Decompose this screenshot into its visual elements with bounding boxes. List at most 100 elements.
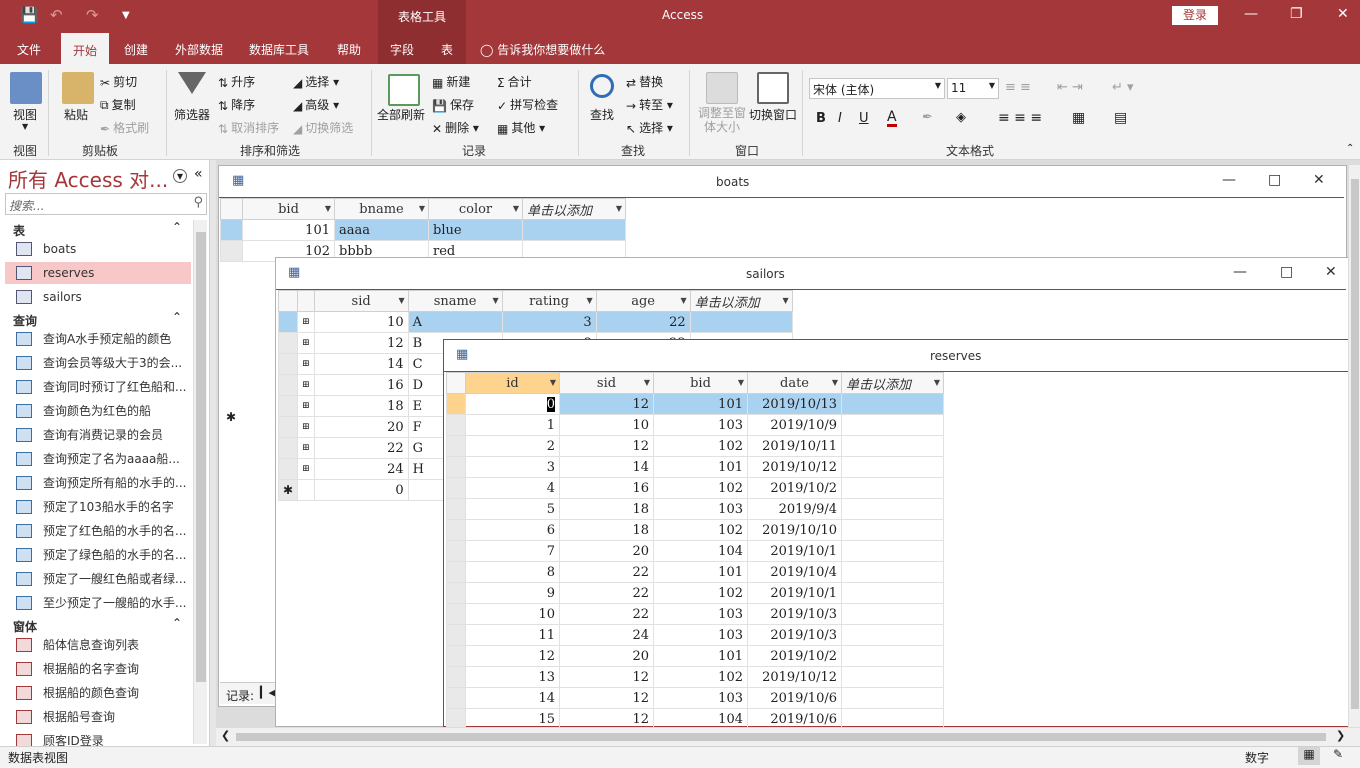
record-selector[interactable] — [220, 219, 243, 241]
nav-item-query[interactable]: 查询会员等级大于3的会... — [5, 352, 191, 374]
scrollbar-thumb[interactable] — [236, 733, 1326, 741]
record-selector[interactable] — [277, 311, 299, 333]
column-header[interactable]: sid ▼ — [313, 290, 409, 312]
table-row[interactable]: 11 24 103 2019/10/3 — [446, 624, 944, 646]
nav-item-form[interactable]: 顾客ID登录 — [5, 730, 191, 746]
table-row[interactable]: 6 18 102 2019/10/10 — [446, 519, 944, 541]
table-row[interactable]: 7 20 104 2019/10/1 — [446, 540, 944, 562]
sort-descending-button[interactable]: ⇅ 降序 — [218, 96, 255, 113]
chevron-down-icon[interactable]: ▼ — [680, 296, 686, 305]
expand-plus-icon[interactable]: ⊞ — [297, 458, 315, 480]
nav-item-query[interactable]: 预定了一艘红色船或者绿... — [5, 568, 191, 590]
nav-item-form[interactable]: 根据船号查询 — [5, 706, 191, 728]
font-size-combo[interactable]: 11 ▼ — [947, 78, 999, 99]
nav-item-query[interactable]: 预定了绿色船的水手的名... — [5, 544, 191, 566]
maximize-icon[interactable]: □ — [1280, 264, 1293, 280]
column-header[interactable]: bid ▼ — [653, 372, 748, 394]
nav-category-queries[interactable]: 查询 — [13, 312, 37, 329]
minimize-icon[interactable]: — — [1233, 264, 1247, 280]
chevron-down-icon[interactable]: ▼ — [513, 204, 519, 213]
nav-item-form[interactable]: 根据船的颜色查询 — [5, 682, 191, 704]
expand-plus-icon[interactable]: ⊞ — [297, 437, 315, 459]
minimize-icon[interactable]: — — [1244, 6, 1258, 22]
datasheet-view-icon[interactable]: ▦ — [1298, 747, 1320, 765]
redo-icon[interactable]: ↷ — [86, 6, 99, 24]
table-row[interactable]: 101 aaaa blue — [220, 219, 626, 241]
table-row[interactable]: 12 20 101 2019/10/2 — [446, 645, 944, 667]
record-selector[interactable] — [277, 416, 299, 438]
find-button[interactable]: 查找 — [590, 106, 614, 123]
save-icon[interactable]: 💾 — [20, 6, 39, 24]
find-magnifier-icon[interactable] — [590, 74, 614, 98]
paragraph-direction-icon[interactable]: ↵ ▾ — [1112, 80, 1134, 95]
expand-plus-icon[interactable]: ⊞ — [297, 395, 315, 417]
chevron-down-icon[interactable]: ▼ — [398, 296, 404, 305]
refresh-all-button[interactable]: 全部刷新 — [377, 106, 425, 123]
font-color-icon[interactable]: A — [887, 110, 897, 127]
chevron-up-icon[interactable]: ⌃ — [172, 616, 182, 630]
record-selector[interactable] — [220, 240, 243, 262]
table-row[interactable]: 1 10 103 2019/10/9 — [446, 414, 944, 436]
undo-icon[interactable]: ↶ — [50, 6, 63, 24]
switch-windows-icon[interactable] — [757, 72, 789, 104]
vertical-scrollbar[interactable] — [1348, 165, 1360, 727]
horizontal-scrollbar[interactable]: ❮ ❯ — [216, 727, 1360, 746]
view-dropdown-icon[interactable]: ▼ — [22, 122, 28, 131]
format-painter-button[interactable]: ✒ 格式刷 — [100, 119, 149, 136]
record-selector[interactable] — [446, 456, 466, 478]
nav-scrollbar[interactable] — [193, 220, 207, 744]
column-header[interactable]: date ▼ — [747, 372, 842, 394]
table-row[interactable]: 14 12 103 2019/10/6 — [446, 687, 944, 709]
chevron-down-icon[interactable]: ▼ — [832, 378, 838, 387]
chevron-down-icon[interactable]: ▼ — [492, 296, 498, 305]
filter-button[interactable]: 筛选器 — [174, 106, 210, 123]
table-row[interactable]: 0 12 101 2019/10/13 — [446, 393, 944, 415]
record-selector[interactable] — [446, 561, 466, 583]
nav-item-form[interactable]: 根据船的名字查询 — [5, 658, 191, 680]
record-selector[interactable] — [446, 393, 466, 415]
column-header[interactable]: rating ▼ — [501, 290, 597, 312]
table-row[interactable]: 3 14 101 2019/10/12 — [446, 456, 944, 478]
chevron-down-icon[interactable]: ▼ — [934, 378, 940, 387]
table-row[interactable]: 4 16 102 2019/10/2 — [446, 477, 944, 499]
chevron-up-icon[interactable]: ⌃ — [172, 310, 182, 324]
expand-plus-icon[interactable]: ⊞ — [297, 416, 315, 438]
record-selector[interactable] — [277, 332, 299, 354]
paste-button[interactable]: 粘贴 — [64, 106, 88, 123]
chevron-down-icon[interactable]: ▼ — [738, 378, 744, 387]
refresh-all-icon[interactable] — [388, 74, 420, 106]
tab-fields[interactable]: 字段 — [390, 41, 414, 58]
nav-item-query[interactable]: 查询预定了名为aaaa船... — [5, 448, 191, 470]
nav-item-query[interactable]: 查询A水手预定船的颜色 — [5, 328, 191, 350]
design-view-icon[interactable]: ✎ — [1333, 747, 1343, 761]
nav-item-query[interactable]: 查询同时预订了红色船和... — [5, 376, 191, 398]
search-icon[interactable]: ⚲ — [193, 195, 203, 210]
record-selector[interactable] — [446, 519, 466, 541]
select-all-corner[interactable] — [277, 290, 299, 312]
tab-table[interactable]: 表 — [441, 41, 453, 58]
goto-button[interactable]: → 转至 ▾ — [626, 96, 673, 113]
nav-category-tables[interactable]: 表 — [13, 222, 25, 239]
record-selector[interactable] — [277, 395, 299, 417]
active-cell[interactable]: 0 — [465, 393, 560, 415]
boats-datasheet[interactable]: bid ▼ bname ▼ color ▼ 单击以添加 ▼ 101 aaaa blue … — [220, 198, 626, 262]
record-selector[interactable] — [277, 353, 299, 375]
nav-item-boats[interactable]: boats — [5, 238, 191, 260]
table-row[interactable]: 9 22 102 2019/10/1 — [446, 582, 944, 604]
column-header[interactable]: sname ▼ — [407, 290, 503, 312]
select-all-corner[interactable] — [446, 372, 466, 394]
select-all-corner[interactable] — [220, 198, 243, 220]
align-buttons-icon[interactable]: ≡ ≡ ≡ — [998, 110, 1042, 126]
expand-plus-icon[interactable]: ⊞ — [297, 311, 315, 333]
bullet-list-icon[interactable]: ≡ ≡ — [1005, 80, 1031, 95]
more-button[interactable]: ▦ 其他 ▾ — [497, 119, 545, 136]
nav-pane-title[interactable]: 所有 Access 对... — [8, 164, 168, 193]
tab-external-data[interactable]: 外部数据 — [175, 41, 223, 58]
record-selector[interactable] — [277, 374, 299, 396]
record-selector[interactable] — [446, 540, 466, 562]
nav-item-sailors[interactable]: sailors — [5, 286, 191, 308]
table-row[interactable]: 2 12 102 2019/10/11 — [446, 435, 944, 457]
nav-item-query[interactable]: 查询颜色为红色的船 — [5, 400, 191, 422]
copy-button[interactable]: ⧉ 复制 — [100, 96, 136, 113]
nav-menu-icon[interactable]: ▾ — [173, 169, 187, 183]
